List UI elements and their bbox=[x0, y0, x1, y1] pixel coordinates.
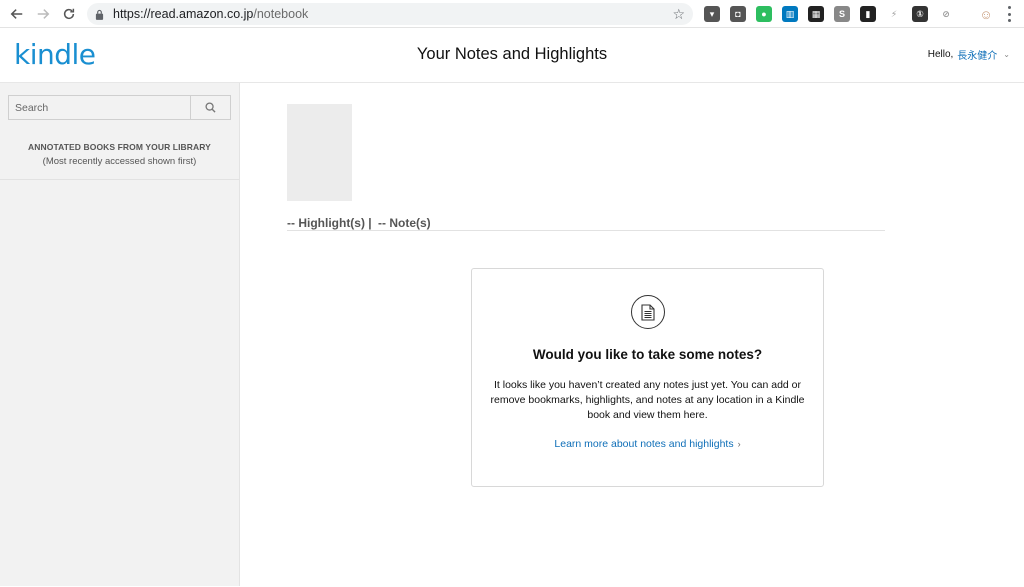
page-title: Your Notes and Highlights bbox=[416, 45, 608, 63]
privacy-extension-icon[interactable]: ⊘ bbox=[938, 6, 954, 22]
notebook-content: -- Highlight(s) | -- Note(s) Would you l… bbox=[240, 83, 1024, 586]
url-path: /notebook bbox=[253, 7, 309, 21]
chevron-down-icon: ⌄ bbox=[1003, 50, 1010, 59]
annotation-counts: -- Highlight(s) | -- Note(s) bbox=[287, 216, 434, 230]
shield-extension-icon[interactable]: ◘ bbox=[730, 6, 746, 22]
evernote-icon[interactable]: ● bbox=[756, 6, 772, 22]
url-host: https://read.amazon.co.jp bbox=[113, 7, 254, 21]
browser-menu-icon[interactable] bbox=[1008, 6, 1012, 22]
document-icon bbox=[630, 295, 665, 329]
browser-toolbar: https://read.amazon.co.jp/notebook ☆ ▾ ◘ ●… bbox=[0, 0, 1024, 28]
forward-arrow-icon bbox=[37, 8, 50, 19]
user-name: 長永健介 bbox=[957, 51, 998, 62]
reload-icon bbox=[63, 8, 75, 19]
1password-icon[interactable]: ① bbox=[912, 6, 928, 22]
book-cover-placeholder bbox=[287, 104, 352, 201]
profile-avatar-icon[interactable]: ☺ bbox=[978, 6, 994, 22]
search-input[interactable] bbox=[9, 96, 190, 119]
bookmark-star-icon[interactable]: ☆ bbox=[672, 6, 685, 23]
empty-notes-card: Would you like to take some notes? It lo… bbox=[471, 268, 824, 487]
greeting-text: Hello, bbox=[927, 49, 954, 60]
s-extension-icon[interactable]: S bbox=[834, 6, 850, 22]
library-title: ANNOTATED BOOKS FROM YOUR LIBRARY bbox=[28, 142, 211, 152]
chevron-right-icon: › bbox=[737, 439, 741, 449]
back-arrow-icon bbox=[10, 8, 23, 19]
lightning-icon[interactable]: ⚡ bbox=[886, 6, 902, 22]
library-header: ANNOTATED BOOKS FROM YOUR LIBRARY (Most … bbox=[0, 120, 239, 180]
empty-state-body: It looks like you haven’t created any no… bbox=[490, 379, 805, 421]
account-menu[interactable]: Hello, 長永健介 ⌄ bbox=[928, 47, 1010, 62]
trello-icon[interactable]: ▥ bbox=[782, 6, 798, 22]
learn-more-link[interactable]: Learn more about notes and highlights › bbox=[554, 438, 740, 450]
bookmark-extension-icon[interactable]: ▮ bbox=[860, 6, 876, 22]
search-box bbox=[8, 95, 231, 120]
learn-more-label: Learn more about notes and highlights bbox=[554, 438, 734, 450]
highlights-count: -- Highlight(s) | bbox=[287, 216, 372, 230]
pocket-icon[interactable]: ▾ bbox=[704, 6, 720, 22]
library-subtitle: (Most recently accessed shown first) bbox=[42, 156, 197, 167]
back-button[interactable] bbox=[6, 3, 28, 25]
app-header: kindle Your Notes and Highlights Hello, … bbox=[0, 28, 1024, 83]
extensions-bar: ▾ ◘ ● ▥ ▦ S ▮ ⚡ ① ⊘ ☺ bbox=[704, 5, 1004, 23]
search-icon bbox=[205, 102, 216, 113]
sidebar: ANNOTATED BOOKS FROM YOUR LIBRARY (Most … bbox=[0, 83, 240, 586]
search-button[interactable] bbox=[190, 96, 230, 119]
reload-button[interactable] bbox=[58, 3, 80, 25]
calendar-extension-icon[interactable]: ▦ bbox=[808, 6, 824, 22]
divider bbox=[287, 230, 885, 231]
address-bar[interactable]: https://read.amazon.co.jp/notebook ☆ bbox=[87, 3, 693, 25]
notes-count: -- Note(s) bbox=[378, 216, 431, 230]
forward-button[interactable] bbox=[32, 3, 54, 25]
lock-icon bbox=[95, 8, 105, 20]
empty-state-title: Would you like to take some notes? bbox=[532, 347, 763, 362]
